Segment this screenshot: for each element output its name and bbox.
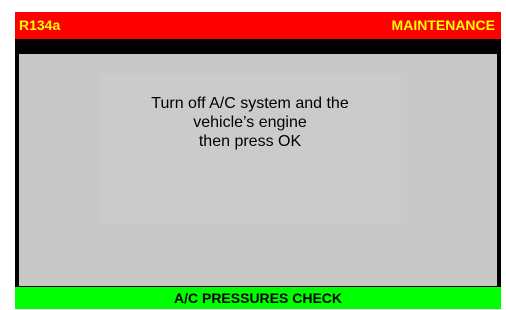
instruction-line: then press OK — [198, 133, 302, 150]
device-screen: R134a MAINTENANCE Turn off A/C system an… — [15, 12, 501, 309]
screen-title: A/C PRESSURES CHECK — [173, 290, 343, 306]
instruction-line: Turn off A/C system and the — [151, 95, 349, 112]
instruction-line: vehicle’s engine — [193, 114, 307, 131]
content-panel: Turn off A/C system and the vehicle’s en… — [19, 54, 497, 286]
mode-label: MAINTENANCE — [391, 17, 495, 33]
header-bar: R134a MAINTENANCE — [15, 12, 501, 39]
refrigerant-type-label: R134a — [19, 17, 61, 33]
instruction-message: Turn off A/C system and the vehicle’s en… — [99, 74, 401, 224]
footer-bar: A/C PRESSURES CHECK — [15, 287, 501, 309]
